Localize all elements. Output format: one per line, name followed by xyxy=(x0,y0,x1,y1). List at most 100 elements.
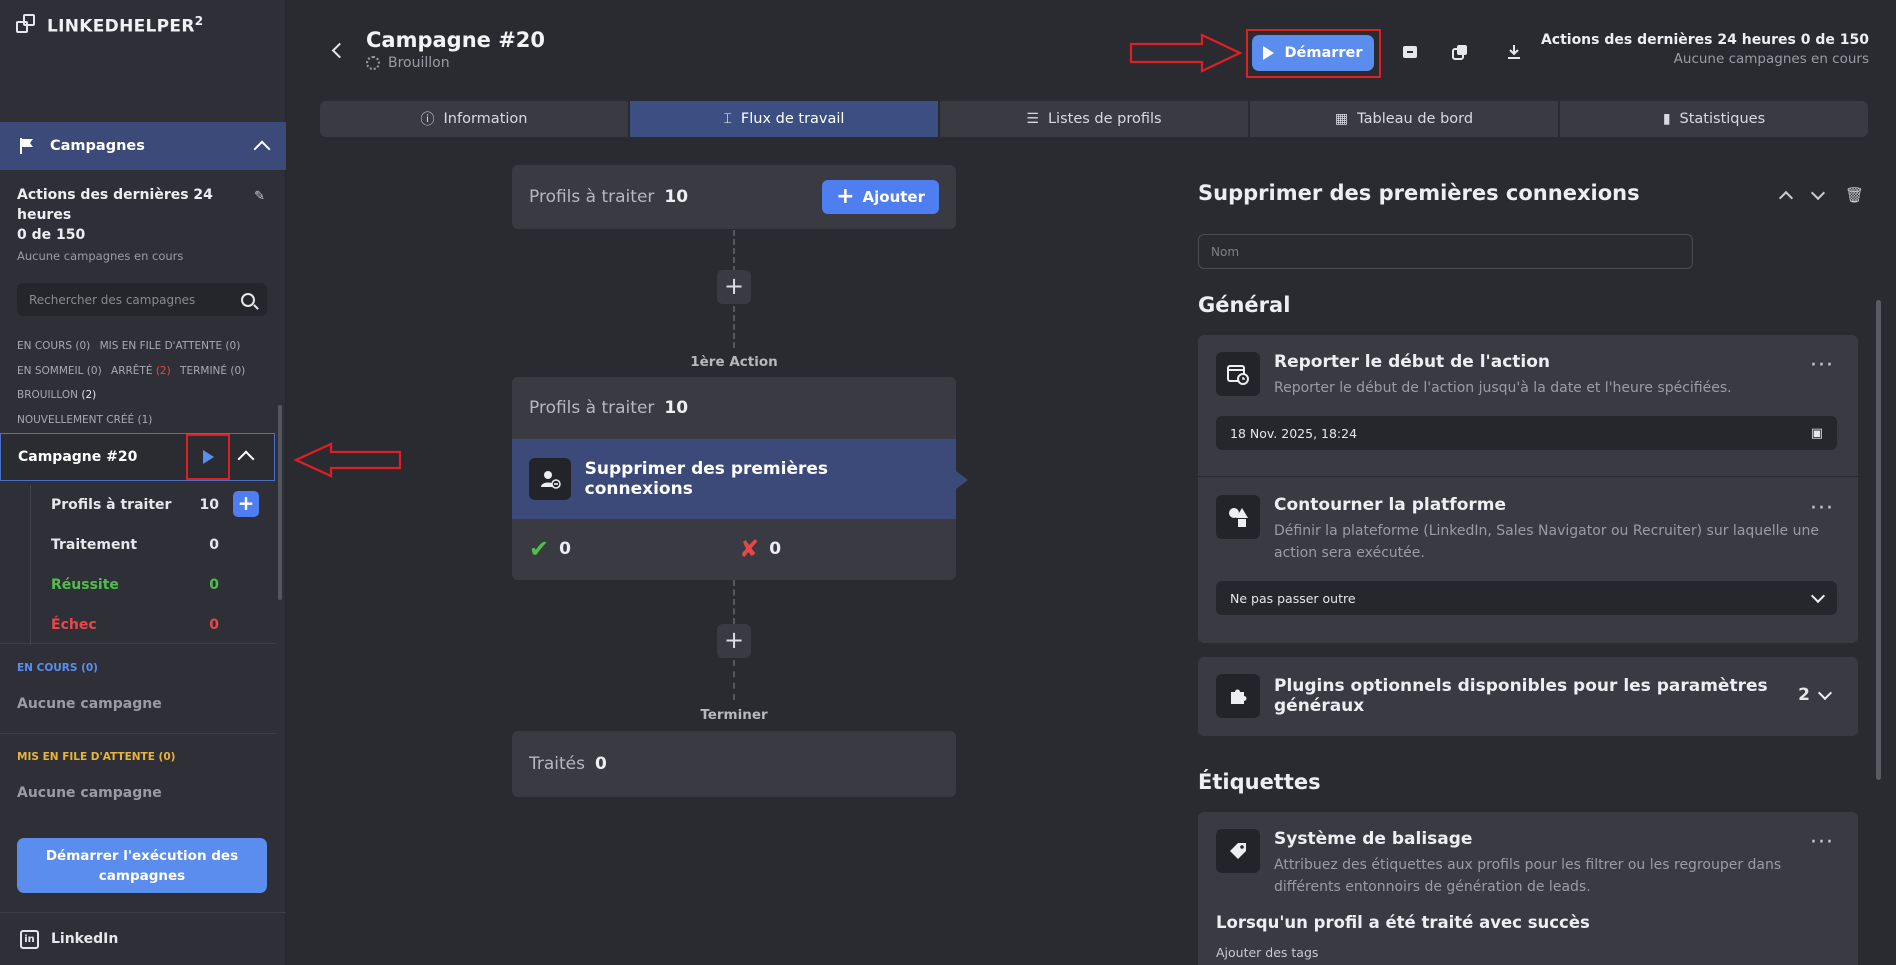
flow-connector xyxy=(733,306,735,348)
remove-connection-icon xyxy=(529,458,571,500)
edit-pencil-icon[interactable]: ✎ xyxy=(254,189,265,204)
flag-icon xyxy=(20,138,33,154)
action-name-input[interactable] xyxy=(1198,234,1693,269)
duplicate-icon[interactable] xyxy=(1450,42,1470,62)
move-down-icon[interactable] xyxy=(1810,185,1826,200)
campaign-tabs: ⓘ Information ⌶ Flux de travail ☰ Listes de… xyxy=(320,101,1868,137)
chevron-up-icon[interactable] xyxy=(237,450,255,468)
bypass-platform-select[interactable]: Ne pas passer outre xyxy=(1216,581,1837,615)
search-icon[interactable] xyxy=(241,292,255,307)
campaign-play-button[interactable] xyxy=(186,434,230,480)
action-node-label: Profils à traiter xyxy=(529,398,655,418)
action-settings-title: Supprimer des premières connexions xyxy=(1198,181,1640,205)
plugins-count: 2 xyxy=(1798,685,1810,705)
campaign-search-input[interactable] xyxy=(29,292,241,307)
add-profiles-button[interactable]: + Ajouter xyxy=(822,180,939,214)
delay-option: Reporter le début de l'action Reporter l… xyxy=(1216,352,1826,399)
tags-heading: Étiquettes xyxy=(1198,770,1321,794)
filter-en-attente[interactable]: MIS EN FILE D'ATTENTE (0) xyxy=(100,340,241,352)
archive-icon[interactable] xyxy=(1400,42,1420,62)
queue-empty-text: Aucune campagne xyxy=(17,785,162,801)
daily-actions-count: 0 de 150 xyxy=(17,227,86,243)
success-check-icon: ✔ xyxy=(529,535,550,563)
delay-more-icon[interactable]: ··· xyxy=(1810,353,1834,378)
chevron-down-icon[interactable] xyxy=(1810,588,1826,603)
run-campaigns-button[interactable]: Démarrer l'exécution des campagnes xyxy=(17,838,267,893)
bypass-option: Contourner la platforme Définir la plate… xyxy=(1216,495,1826,564)
chevron-up-icon[interactable] xyxy=(253,140,271,158)
app-logo: LINKEDHELPER2 xyxy=(16,14,203,37)
chevron-down-icon[interactable] xyxy=(1817,685,1833,701)
sidebar: LINKEDHELPER2 Campagnes Actions des dern… xyxy=(0,0,286,965)
stat-row-profiles[interactable]: Profils à traiter 10 + xyxy=(31,485,265,525)
calendar-icon[interactable]: ▣ xyxy=(1811,426,1823,441)
flow-connector xyxy=(733,230,735,272)
delete-icon[interactable]: 🗑 xyxy=(1845,186,1864,204)
filter-en-sommeil[interactable]: EN SOMMEIL (0) xyxy=(17,365,102,377)
tab-statistics[interactable]: ▮ Statistiques xyxy=(1560,101,1868,137)
play-icon xyxy=(202,450,214,464)
add-step-button[interactable]: + xyxy=(717,624,751,658)
add-step-button[interactable]: + xyxy=(717,270,751,304)
linkedin-account[interactable]: in LinkedIn xyxy=(0,912,286,965)
tag-icon xyxy=(1216,829,1260,873)
tagging-more-icon[interactable]: ··· xyxy=(1810,830,1834,855)
queue-section-label: MIS EN FILE D'ATTENTE (0) xyxy=(17,751,176,763)
delay-datetime-value: 18 Nov. 2025, 18:24 xyxy=(1230,425,1358,441)
campaign-item-20[interactable]: Campagne #20 xyxy=(0,433,275,481)
linkedin-icon: in xyxy=(20,929,39,949)
tab-profile-lists[interactable]: ☰ Listes de profils xyxy=(940,101,1248,137)
tab-information[interactable]: ⓘ Information xyxy=(320,101,628,137)
filter-nouvellement-cree[interactable]: NOUVELLEMENT CRÉÉ (1) xyxy=(17,414,152,426)
download-icon[interactable] xyxy=(1504,42,1524,62)
filter-arrete[interactable]: ARRÊTÉ (2) xyxy=(111,365,171,377)
play-icon xyxy=(1263,46,1275,60)
tab-dashboard[interactable]: ▦ Tableau de bord xyxy=(1250,101,1558,137)
tagging-panel: Système de balisage Attribuez des étique… xyxy=(1198,812,1858,965)
daily-actions-summary: Actions des dernières 24 heures 0 de 150… xyxy=(17,185,267,263)
add-tags-field[interactable]: Ajouter des tags xyxy=(1216,945,1318,960)
campaign-title: Campagne #20 xyxy=(366,28,546,52)
campaign-stats: Profils à traiter 10 + Traitement 0 Réus… xyxy=(30,485,265,645)
plugins-panel[interactable]: Plugins optionnels disponibles pour les … xyxy=(1198,657,1858,736)
bypass-desc: Définir la plateforme (LinkedIn, Sales N… xyxy=(1274,523,1819,561)
action-failure-count: 0 xyxy=(769,539,782,559)
platform-shapes-icon xyxy=(1216,495,1260,539)
plugins-title: Plugins optionnels disponibles pour les … xyxy=(1274,676,1768,716)
filter-termine[interactable]: TERMINÉ (0) xyxy=(180,365,245,377)
start-node-label: Profils à traiter xyxy=(529,187,655,207)
stat-row-failure[interactable]: Échec 0 xyxy=(31,605,265,645)
panel-scrollbar[interactable] xyxy=(1876,300,1881,780)
back-chevron-icon[interactable] xyxy=(331,42,348,59)
annotation-arrow-left xyxy=(293,442,402,478)
campaigns-section-header[interactable]: Campagnes xyxy=(0,122,286,170)
running-section-label: EN COURS (0) xyxy=(17,662,98,674)
tab-workflow[interactable]: ⌶ Flux de travail xyxy=(630,101,938,137)
start-campaign-button[interactable]: Démarrer xyxy=(1252,35,1374,71)
end-node-card: Traités 0 xyxy=(512,731,956,797)
move-up-icon[interactable] xyxy=(1778,190,1794,205)
header-stats-sub: Aucune campagnes en cours xyxy=(1673,51,1869,67)
app-name: LINKEDHELPER2 xyxy=(47,14,204,37)
filter-brouillon[interactable]: BROUILLON (2) xyxy=(17,389,96,401)
action-node-card[interactable]: Profils à traiter 10 Supprimer des premi… xyxy=(512,377,968,580)
stat-row-processing[interactable]: Traitement 0 xyxy=(31,525,265,565)
tagging-option: Système de balisage Attribuez des étique… xyxy=(1216,829,1826,898)
bypass-more-icon[interactable]: ··· xyxy=(1810,496,1834,521)
campaign-search[interactable] xyxy=(17,283,267,316)
action-settings-tools: 🗑 xyxy=(1778,185,1864,205)
delay-datetime-field[interactable]: 18 Nov. 2025, 18:24 ▣ xyxy=(1216,416,1837,450)
daily-actions-sub: Aucune campagnes en cours xyxy=(17,249,184,263)
tagging-success-heading: Lorsqu'un profil a été traité avec succè… xyxy=(1216,913,1590,932)
info-icon: ⓘ xyxy=(420,112,435,128)
campaign-status: Brouillon xyxy=(366,55,450,71)
filter-en-cours[interactable]: EN COURS (0) xyxy=(17,340,90,352)
start-node-count: 10 xyxy=(664,187,689,207)
add-profiles-button[interactable]: + xyxy=(233,491,259,517)
linkedin-label: LinkedIn xyxy=(51,931,119,947)
sidebar-scrollbar[interactable] xyxy=(278,405,282,600)
action-node-selected[interactable]: Supprimer des premières connexions xyxy=(512,439,968,519)
stat-row-success[interactable]: Réussite 0 xyxy=(31,565,265,605)
first-action-label: 1ère Action xyxy=(690,354,778,370)
general-settings-panel: Reporter le début de l'action Reporter l… xyxy=(1198,335,1858,643)
